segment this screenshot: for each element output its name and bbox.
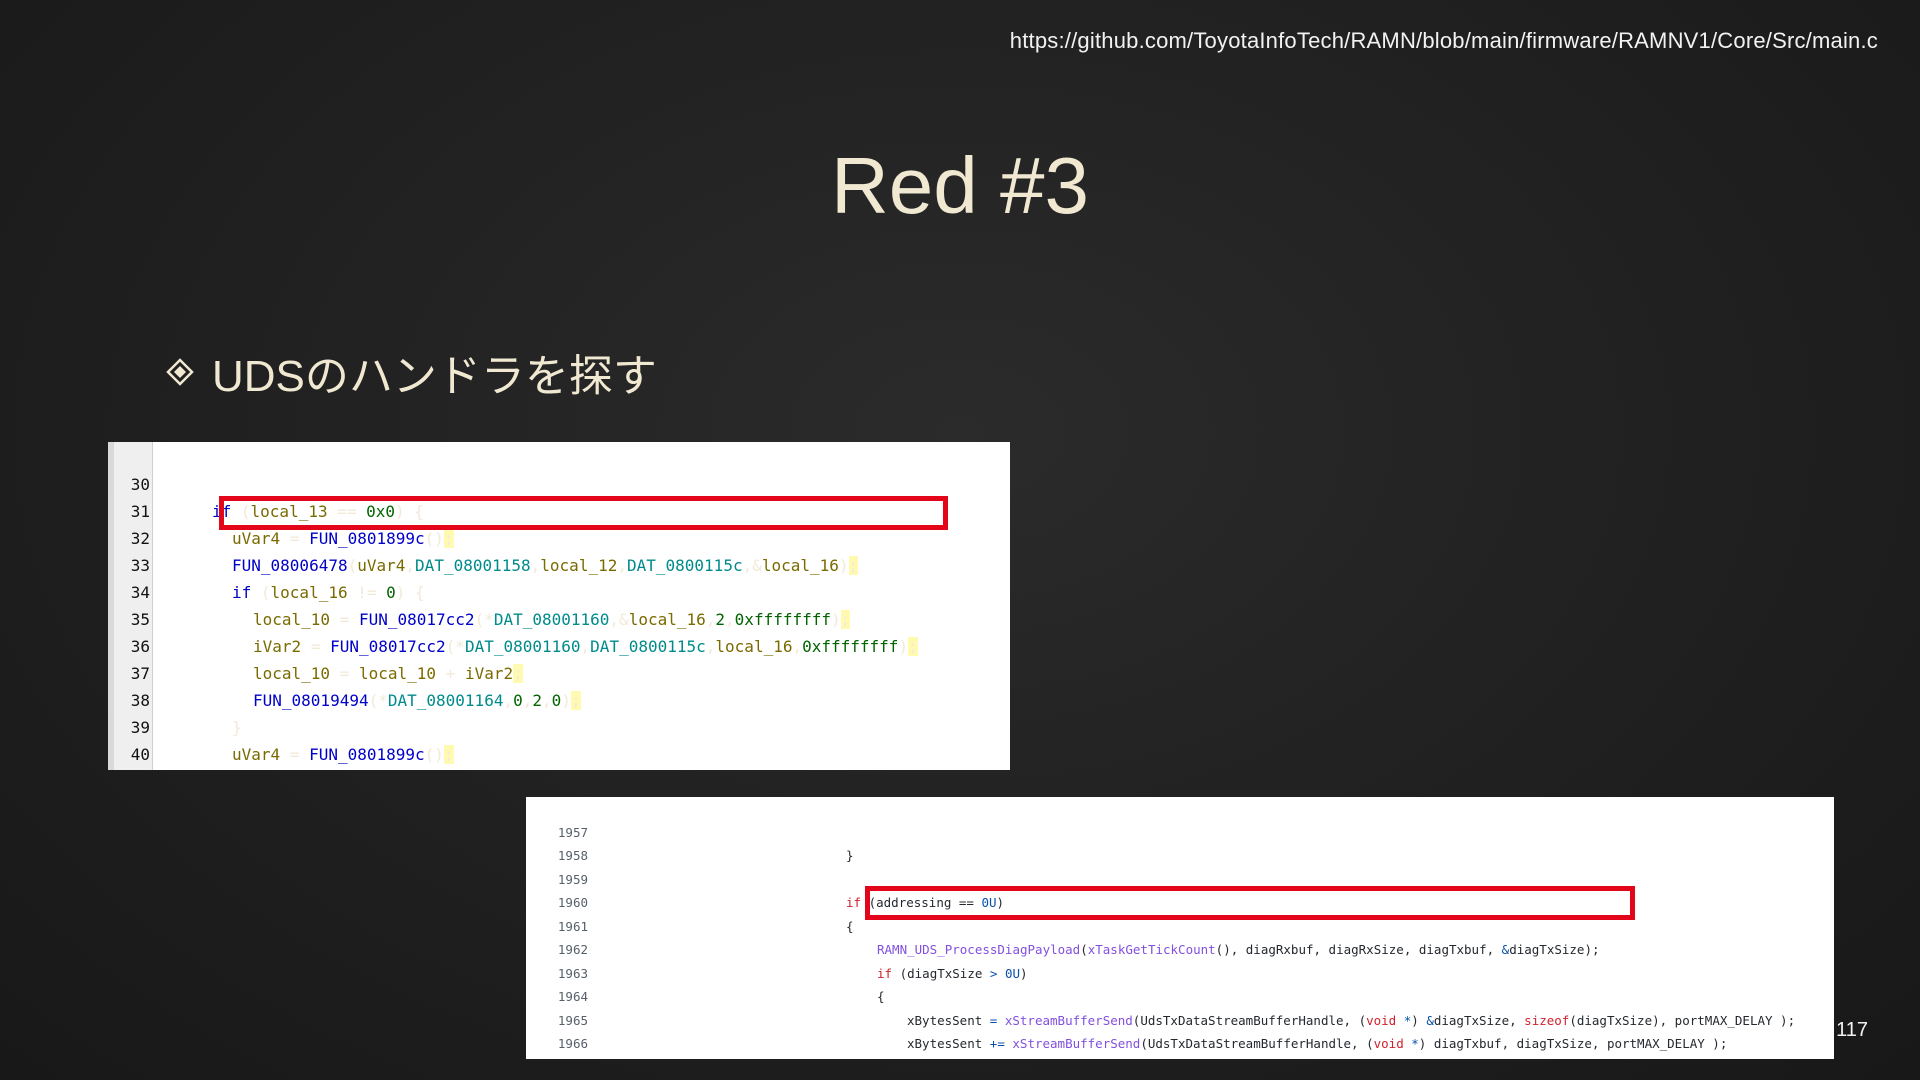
- code-line: 1966 if(xBytesSent != (diagTxSize + size…: [526, 1009, 1834, 1051]
- line-number: 1967: [546, 1056, 588, 1060]
- code-line: 1967 {: [526, 1032, 1834, 1056]
- code-line: 40 FUN_08006980(uVar4,DAT_08001158,local…: [108, 714, 150, 764]
- code-line: 1958: [526, 821, 1834, 863]
- code-line: 35 iVar2 = FUN_08017cc2(*DAT_08001160,DA…: [108, 579, 918, 656]
- code-line: 1957 }: [526, 797, 1834, 864]
- code-line: 30 if (local_13 == 0x0) {: [108, 444, 424, 521]
- code-line: 1963 {: [526, 938, 1834, 1005]
- code-line: 36 local_10 = local_10 + iVar2;: [108, 606, 523, 683]
- bullet-item: UDSのハンドラを探す: [166, 340, 657, 404]
- line-number: 41: [116, 768, 150, 770]
- code-line: 31 uVar4 = FUN_0801899c();: [108, 471, 454, 548]
- code-line: 1959 if (addressing == 0U): [526, 844, 1834, 911]
- source-url: https://github.com/ToyotaInfoTech/RAMN/b…: [1009, 28, 1878, 53]
- ghidra-decompiler-panel: 30 if (local_13 == 0x0) { 31 uVar4 = FUN…: [108, 442, 1010, 770]
- code-line: 38 }: [108, 660, 242, 737]
- code-line: 39 uVar4 = FUN_0801899c();: [108, 687, 454, 764]
- bullet-text: UDSのハンドラを探す: [212, 352, 657, 401]
- code-line: 34 local_10 = FUN_08017cc2(*DAT_08001160…: [108, 552, 851, 629]
- highlight-box: [219, 496, 948, 530]
- code-line: 1964 xBytesSent = xStreamBufferSend(UdsT…: [526, 962, 1834, 1028]
- code-line: 33 if (local_16 != 0) {: [108, 525, 425, 602]
- code-line-highlighted: 32 FUN_08006478(uVar4,DAT_08001158,local…: [108, 498, 859, 575]
- code-line: 41 }: [108, 741, 147, 768]
- highlight-box: [865, 886, 1635, 920]
- code-line: 1965 xBytesSent += xStreamBufferSend(Uds…: [526, 985, 1834, 1052]
- code-line: 37 FUN_08019494(*DAT_08001164,0,2,0);: [108, 633, 581, 710]
- github-source-panel: 1957 } 1958 1959 if (addressing == 0U) 1…: [526, 797, 1834, 1059]
- slide-title: Red #3: [831, 141, 1089, 230]
- diamond-bullet-icon: [166, 358, 194, 386]
- page-number: 117: [1836, 1019, 1868, 1041]
